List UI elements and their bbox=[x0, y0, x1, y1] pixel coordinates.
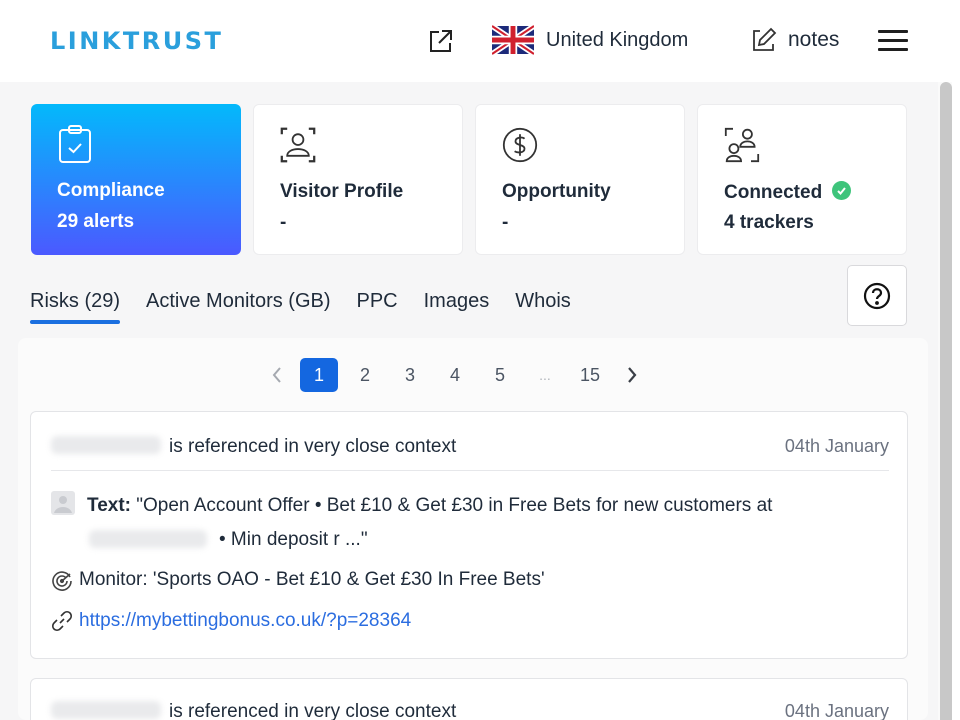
page-5[interactable]: 5 bbox=[482, 358, 518, 392]
user-scan-icon bbox=[280, 127, 316, 163]
result-header: is referenced in very close context 04th… bbox=[51, 701, 889, 720]
chevron-right-icon bbox=[628, 367, 637, 383]
result-url-link[interactable]: https://mybettingbonus.co.uk/?p=28364 bbox=[79, 610, 411, 632]
pagination: 1 2 3 4 5 ... 15 bbox=[262, 358, 655, 392]
menu-line bbox=[878, 48, 908, 51]
result-text-snippet: Text: "Open Account Offer • Bet £10 & Ge… bbox=[51, 489, 885, 557]
divider bbox=[51, 470, 889, 471]
tab-ppc[interactable]: PPC bbox=[357, 290, 398, 323]
risk-result-card[interactable]: is referenced in very close context 04th… bbox=[30, 678, 908, 720]
result-title: is referenced in very close context bbox=[169, 436, 457, 457]
card-opportunity[interactable]: Opportunity - bbox=[475, 104, 685, 255]
text-label: Text: bbox=[87, 495, 131, 516]
edit-note-icon bbox=[753, 27, 777, 51]
tab-whois[interactable]: Whois bbox=[515, 290, 571, 323]
redacted-brand-name bbox=[51, 701, 161, 719]
users-scan-icon bbox=[724, 127, 760, 163]
redacted-brand-name bbox=[51, 436, 161, 454]
risk-result-card[interactable]: is referenced in very close context 04th… bbox=[30, 411, 908, 659]
help-button[interactable] bbox=[847, 265, 907, 326]
radar-target-icon bbox=[52, 571, 72, 591]
card-subtitle: 4 trackers bbox=[724, 212, 814, 233]
card-compliance[interactable]: Compliance 29 alerts bbox=[31, 104, 241, 255]
country-label: United Kingdom bbox=[546, 28, 689, 51]
card-title: Connected bbox=[724, 181, 852, 204]
card-title: Visitor Profile bbox=[280, 181, 404, 202]
result-header: is referenced in very close context 04th… bbox=[51, 436, 889, 462]
tab-bar: Risks (29) Active Monitors (GB) PPC Imag… bbox=[30, 290, 597, 324]
scrollbar-thumb[interactable] bbox=[940, 82, 952, 720]
page-4[interactable]: 4 bbox=[437, 358, 473, 392]
uk-flag-icon bbox=[492, 24, 534, 56]
card-title-text: Connected bbox=[724, 182, 823, 203]
tab-risks[interactable]: Risks (29) bbox=[30, 290, 121, 324]
card-title: Compliance bbox=[57, 180, 165, 201]
prev-page-button[interactable] bbox=[262, 358, 292, 392]
monitor-text: Monitor: 'Sports OAO - Bet £10 & Get £30… bbox=[79, 569, 545, 590]
result-date: 04th January bbox=[784, 701, 889, 720]
card-subtitle: 29 alerts bbox=[57, 211, 135, 232]
page-3[interactable]: 3 bbox=[392, 358, 428, 392]
question-circle-icon bbox=[863, 282, 891, 309]
top-header: LINKTRUST United Kingdom notes bbox=[0, 0, 960, 82]
scrollbar[interactable] bbox=[938, 82, 952, 720]
redacted-brand-name bbox=[89, 530, 207, 548]
country-selector[interactable]: United Kingdom bbox=[492, 24, 688, 56]
result-title: is referenced in very close context bbox=[169, 701, 457, 720]
next-page-button[interactable] bbox=[617, 358, 647, 392]
notes-label: notes bbox=[788, 28, 840, 51]
link-icon bbox=[51, 610, 73, 632]
tab-active-monitors[interactable]: Active Monitors (GB) bbox=[146, 290, 330, 323]
card-title: Opportunity bbox=[502, 181, 611, 202]
result-date: 04th January bbox=[784, 436, 889, 456]
page-ellipsis: ... bbox=[539, 367, 551, 383]
card-subtitle: - bbox=[280, 212, 287, 233]
text-snippet-part1: "Open Account Offer • Bet £10 & Get £30 … bbox=[136, 495, 773, 516]
result-monitor: Monitor: 'Sports OAO - Bet £10 & Get £30… bbox=[51, 569, 545, 591]
menu-line bbox=[878, 39, 908, 42]
page-15[interactable]: 15 bbox=[572, 358, 608, 392]
clipboard-check-icon bbox=[59, 125, 91, 163]
dollar-circle-icon bbox=[502, 127, 538, 163]
hamburger-menu-button[interactable] bbox=[878, 30, 908, 52]
external-link-icon bbox=[430, 30, 452, 52]
check-circle-icon bbox=[832, 181, 852, 200]
image-placeholder-icon bbox=[51, 491, 75, 515]
card-connected[interactable]: Connected 4 trackers bbox=[697, 104, 907, 255]
tab-images[interactable]: Images bbox=[424, 290, 490, 323]
result-link-row: https://mybettingbonus.co.uk/?p=28364 bbox=[51, 610, 411, 632]
menu-line bbox=[878, 30, 908, 33]
notes-button[interactable]: notes bbox=[750, 26, 839, 54]
card-subtitle: - bbox=[502, 212, 509, 233]
card-visitor-profile[interactable]: Visitor Profile - bbox=[253, 104, 463, 255]
page-1[interactable]: 1 bbox=[300, 358, 338, 392]
page-2[interactable]: 2 bbox=[347, 358, 383, 392]
linktrust-logo[interactable]: LINKTRUST bbox=[50, 27, 223, 55]
text-snippet-part2: • Min deposit r ..." bbox=[219, 529, 368, 550]
external-link-button[interactable] bbox=[427, 27, 455, 55]
chevron-left-icon bbox=[272, 367, 281, 383]
